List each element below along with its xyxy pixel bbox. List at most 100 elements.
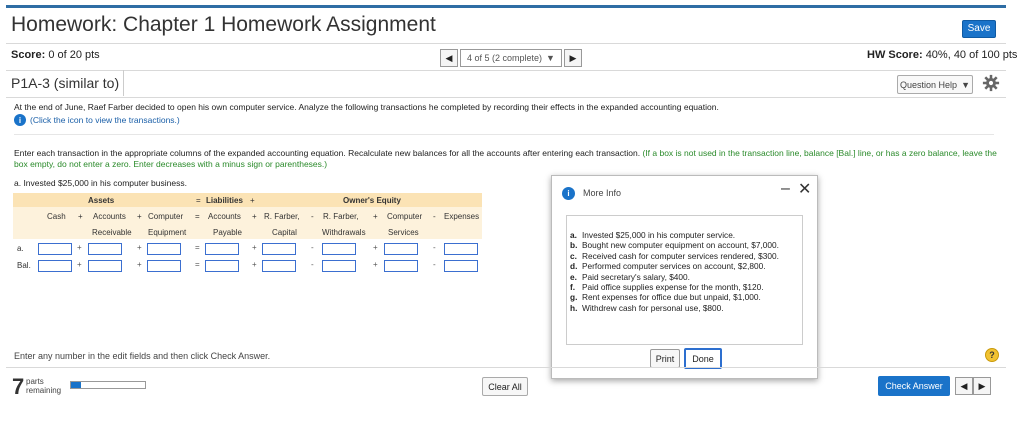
col-subheader: Withdrawals: [322, 228, 366, 237]
score: Score: 0 of 20 pts: [11, 49, 100, 61]
op: -: [311, 260, 314, 269]
header-accent-line: [6, 5, 1006, 8]
part-a-text: a. Invested $25,000 in his computer busi…: [14, 178, 187, 188]
gear-icon[interactable]: [982, 74, 1000, 92]
owners-equity-header: Owner's Equity: [343, 196, 401, 205]
question-help-button[interactable]: Question Help ▼: [897, 75, 973, 94]
cash-input-bal[interactable]: [38, 260, 72, 272]
next-question-button[interactable]: ▶: [563, 49, 582, 67]
withdrawals-input-bal[interactable]: [322, 260, 356, 272]
expenses-input-bal[interactable]: [444, 260, 478, 272]
divider: [6, 97, 1006, 98]
row-label-bal: Bal.: [17, 261, 31, 270]
divider: [14, 134, 994, 135]
divider: [6, 367, 1006, 368]
capital-input-bal[interactable]: [262, 260, 296, 272]
op: -: [311, 212, 314, 221]
question-id: P1A-3 (similar to): [11, 75, 120, 91]
op: +: [137, 243, 142, 252]
info-icon: i: [562, 187, 575, 200]
op: +: [252, 243, 257, 252]
print-button[interactable]: Print: [650, 349, 680, 368]
withdrawals-input-a[interactable]: [322, 243, 356, 255]
question-select[interactable]: 4 of 5 (2 complete) ▼: [460, 49, 562, 67]
transactions-link-row: i (Click the icon to view the transactio…: [14, 114, 180, 126]
list-item: c. Received cash for computer services re…: [570, 250, 779, 261]
list-item: g. Rent expenses for office due but unpai…: [570, 292, 761, 303]
op: =: [195, 260, 200, 269]
op: +: [77, 260, 82, 269]
op: +: [252, 212, 257, 221]
col-subheader: Receivable: [92, 228, 132, 237]
list-item: h. Withdrew cash for personal use, $800.: [570, 302, 724, 313]
divider: [6, 70, 1006, 71]
score-value: 0 of 20 pts: [48, 49, 100, 61]
col-subheader: Capital: [272, 228, 297, 237]
assets-header: Assets: [88, 196, 115, 205]
divider: [6, 43, 1006, 44]
equals-sign: =: [196, 196, 201, 205]
parts-progress-bar: [70, 381, 146, 389]
col-header-capital: R. Farber,: [264, 212, 300, 221]
op: =: [195, 212, 200, 221]
info-icon[interactable]: i: [14, 114, 26, 126]
op: +: [78, 212, 83, 221]
op: +: [77, 243, 82, 252]
equation-header-band: [13, 193, 482, 207]
accounts-payable-input-bal[interactable]: [205, 260, 239, 272]
hw-score-label: HW Score:: [867, 49, 923, 61]
accounts-receivable-input-bal[interactable]: [88, 260, 122, 272]
list-item: b. Bought new computer equipment on accou…: [570, 240, 779, 251]
op: =: [195, 243, 200, 252]
caret-down-icon: ▼: [961, 79, 970, 90]
footer-hint: Enter any number in the edit fields and …: [14, 351, 271, 361]
transactions-list: a. Invested $25,000 in his computer servi…: [570, 230, 779, 313]
caret-right-icon: ▶: [978, 380, 986, 391]
cash-input-a[interactable]: [38, 243, 72, 255]
op: +: [373, 212, 378, 221]
more-info-dialog: i More Info – ✕ a. Invested $25,000 in hi…: [551, 175, 818, 379]
plus-sign: +: [250, 196, 255, 205]
page-title: Homework: Chapter 1 Homework Assignment: [11, 13, 436, 36]
next-question-button[interactable]: ▶: [973, 377, 991, 395]
minimize-icon[interactable]: –: [781, 180, 790, 198]
accounts-payable-input-a[interactable]: [205, 243, 239, 255]
op: +: [137, 212, 142, 221]
done-button[interactable]: Done: [684, 348, 722, 369]
services-input-a[interactable]: [384, 243, 418, 255]
op: +: [252, 260, 257, 269]
computer-equipment-input-a[interactable]: [147, 243, 181, 255]
col-header-cash: Cash: [47, 212, 66, 221]
save-button[interactable]: Save: [962, 20, 996, 38]
check-answer-button[interactable]: Check Answer: [878, 376, 950, 396]
progress-fill: [71, 382, 82, 388]
previous-question-button[interactable]: ◀: [440, 49, 458, 67]
close-icon[interactable]: ✕: [798, 179, 811, 199]
transactions-link[interactable]: (Click the icon to view the transactions…: [30, 115, 180, 126]
op: +: [373, 243, 378, 252]
col-subheader: Equipment: [148, 228, 187, 237]
op: +: [373, 260, 378, 269]
capital-input-a[interactable]: [262, 243, 296, 255]
computer-equipment-input-bal[interactable]: [147, 260, 181, 272]
op: -: [433, 212, 436, 221]
list-item: d. Performed computer services on account…: [570, 261, 766, 272]
accounts-receivable-input-a[interactable]: [88, 243, 122, 255]
expenses-input-a[interactable]: [444, 243, 478, 255]
hw-score: HW Score: 40%, 40 of 100 pts: [867, 49, 1017, 61]
help-icon[interactable]: ?: [985, 348, 999, 362]
parts-remaining-label: parts remaining: [26, 377, 62, 395]
col-header-computer: Computer: [148, 212, 184, 221]
caret-left-icon: ◀: [960, 380, 968, 391]
hw-score-value: 40%, 40 of 100 pts: [925, 49, 1018, 61]
services-input-bal[interactable]: [384, 260, 418, 272]
question-intro: At the end of June, Raef Farber decided …: [14, 102, 719, 112]
col-subheader: Payable: [213, 228, 242, 237]
col-header-accounts: Accounts: [93, 212, 126, 221]
previous-question-button[interactable]: ◀: [955, 377, 973, 395]
clear-all-button[interactable]: Clear All: [482, 377, 528, 396]
caret-right-icon: ▶: [569, 52, 577, 63]
caret-down-icon: ▼: [546, 53, 555, 63]
col-header-withdrawals: R. Farber,: [323, 212, 359, 221]
parts-remaining-count: 7: [12, 374, 25, 399]
